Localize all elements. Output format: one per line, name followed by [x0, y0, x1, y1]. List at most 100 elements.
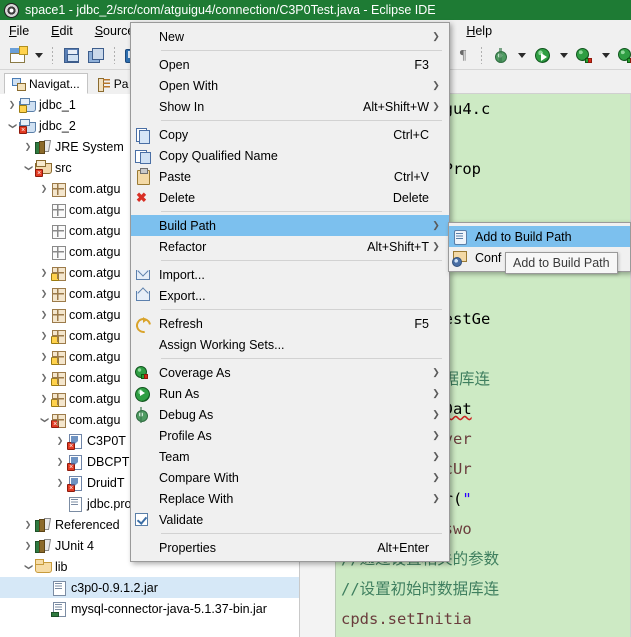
debug-button[interactable] [489, 45, 511, 67]
context-menu-separator [161, 309, 442, 310]
context-menu-item[interactable]: Profile As [131, 425, 449, 446]
context-menu-item[interactable]: Refactor Alt+Shift+T [131, 236, 449, 257]
menu-help[interactable]: Help [463, 23, 495, 39]
coverage-button[interactable] [573, 45, 595, 67]
chevron-down-icon [517, 53, 526, 58]
submenu-arrow-icon [429, 430, 443, 441]
coverage-button-2[interactable] [615, 45, 631, 67]
submenu-arrow-icon [429, 101, 443, 112]
context-menu-item[interactable]: Copy Ctrl+C [131, 124, 449, 145]
import-icon [131, 267, 159, 283]
tree-expand-arrow-icon[interactable] [22, 520, 34, 529]
configure-icon [449, 250, 475, 267]
context-menu-item[interactable]: Team [131, 446, 449, 467]
tree-row-label: DBCPT [87, 454, 130, 469]
context-menu-item[interactable]: Run As [131, 383, 449, 404]
package-icon [51, 371, 66, 386]
tree-expand-arrow-icon[interactable] [38, 289, 50, 298]
error-overlay-icon [51, 419, 59, 428]
context-menu-item-label: Profile As [159, 428, 212, 443]
context-menu-item[interactable]: Replace With [131, 488, 449, 509]
copy-qualified-icon [131, 148, 159, 164]
tree-expand-arrow-icon[interactable] [6, 121, 18, 130]
context-menu-item-label: Copy [159, 127, 189, 142]
context-menu-item[interactable]: Build Path [131, 215, 449, 236]
context-menu-item[interactable]: Validate [131, 509, 449, 530]
tree-row-label: com.atgu [69, 223, 121, 238]
submenu-arrow-icon [429, 31, 443, 42]
context-menu-item[interactable]: Compare With [131, 467, 449, 488]
tree-expand-arrow-icon[interactable] [22, 562, 34, 571]
context-menu-item-label: Coverage As [159, 365, 231, 380]
tree-row[interactable]: c3p0-0.9.1.2.jar [0, 577, 299, 598]
context-menu-item-label: Assign Working Sets... [159, 337, 285, 352]
tab-navigator[interactable]: Navigat... [4, 73, 88, 94]
context-menu[interactable]: New Open F3 Open With Show In Alt+Shift+W Copy… [130, 22, 450, 562]
tree-expand-arrow-icon[interactable] [38, 373, 50, 382]
run-dropdown[interactable] [556, 45, 570, 67]
context-menu-item[interactable]: Properties Alt+Enter [131, 537, 449, 558]
tree-expand-arrow-icon[interactable] [22, 142, 34, 151]
warning-overlay-icon [51, 356, 59, 365]
context-menu-item[interactable]: Open With [131, 75, 449, 96]
tree-expand-arrow-icon[interactable] [38, 415, 50, 424]
context-menu-item-label: Show In [159, 99, 205, 114]
submenu-item[interactable]: Add to Build Path [449, 226, 630, 247]
save-button[interactable] [60, 45, 82, 67]
context-menu-item[interactable]: Debug As [131, 404, 449, 425]
save-all-icon [88, 48, 104, 63]
context-menu-item[interactable]: Open F3 [131, 54, 449, 75]
menu-edit[interactable]: Edit [48, 23, 76, 39]
submenu-arrow-icon [429, 409, 443, 420]
context-menu-item[interactable]: Coverage As [131, 362, 449, 383]
show-whitespace-button[interactable]: ¶ [452, 45, 474, 67]
save-all-button[interactable] [85, 45, 107, 67]
context-menu-separator [161, 260, 442, 261]
pilcrow-icon: ¶ [459, 47, 467, 63]
context-menu-item[interactable]: Refresh F5 [131, 313, 449, 334]
new-wizard-dropdown[interactable] [31, 45, 45, 67]
tree-expand-arrow-icon[interactable] [38, 331, 50, 340]
run-play-icon [131, 386, 159, 402]
debug-dropdown[interactable] [514, 45, 528, 67]
tree-expand-arrow-icon[interactable] [54, 457, 66, 466]
context-menu-item[interactable]: Show In Alt+Shift+W [131, 96, 449, 117]
context-menu-item[interactable]: Copy Qualified Name [131, 145, 449, 166]
tree-expand-arrow-icon[interactable] [6, 100, 18, 109]
menu-file[interactable]: File [6, 23, 32, 39]
navigator-icon [12, 77, 26, 91]
package-empty-icon [51, 245, 66, 260]
tree-row-label: C3P0T [87, 433, 126, 448]
tree-expand-arrow-icon[interactable] [38, 394, 50, 403]
tree-expand-arrow-icon[interactable] [22, 541, 34, 550]
context-menu-item[interactable]: Export... [131, 285, 449, 306]
checkbox-checked-icon [135, 512, 148, 526]
tree-row[interactable]: mysql-connector-java-5.1.37-bin.jar [0, 598, 299, 619]
chevron-down-icon [34, 53, 43, 58]
refresh-icon [131, 316, 159, 332]
context-menu-item[interactable]: New [131, 26, 449, 47]
tree-expand-arrow-icon[interactable] [38, 310, 50, 319]
warning-overlay-icon [51, 272, 59, 281]
eclipse-ide-window: space1 - jdbc_2/src/com/atguigu4/connect… [0, 0, 631, 637]
context-menu-item[interactable]: Delete Delete [131, 187, 449, 208]
context-menu-item-accelerator: Alt+Shift+T [367, 239, 429, 254]
context-menu-separator [161, 211, 442, 212]
context-menu-item[interactable]: Assign Working Sets... [131, 334, 449, 355]
coverage-dropdown[interactable] [598, 45, 612, 67]
new-wizard-button[interactable] [6, 45, 28, 67]
tree-expand-arrow-icon[interactable] [38, 268, 50, 277]
tree-expand-arrow-icon[interactable] [22, 163, 34, 172]
context-menu-item-label: Validate [159, 512, 204, 527]
tree-expand-arrow-icon[interactable] [38, 184, 50, 193]
submenu-item-label: Conf [475, 250, 502, 265]
run-button[interactable] [531, 45, 553, 67]
context-menu-item[interactable]: Import... [131, 264, 449, 285]
code-line: cpds.setInitia [341, 610, 472, 628]
context-menu-item[interactable]: Paste Ctrl+V [131, 166, 449, 187]
tree-expand-arrow-icon[interactable] [54, 478, 66, 487]
tree-expand-arrow-icon[interactable] [54, 436, 66, 445]
title-bar: space1 - jdbc_2/src/com/atguigu4/connect… [0, 0, 631, 20]
tree-expand-arrow-icon[interactable] [38, 352, 50, 361]
context-menu-item-accelerator: Ctrl+V [393, 169, 429, 184]
